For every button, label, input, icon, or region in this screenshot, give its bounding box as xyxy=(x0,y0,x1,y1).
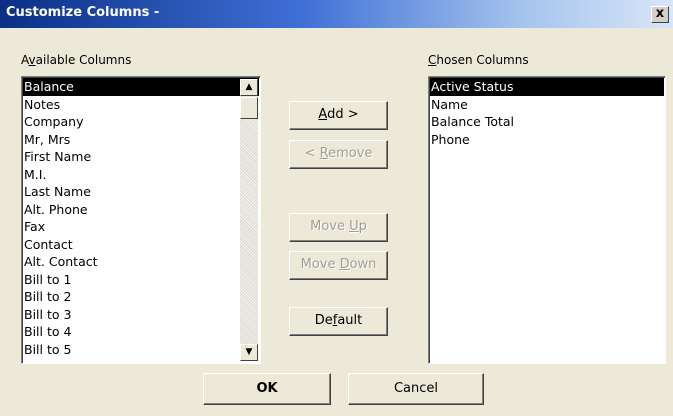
list-item[interactable]: Bill to 3 xyxy=(23,306,259,324)
chosen-columns-items: Active Status Name Balance Total Phone xyxy=(429,77,665,149)
list-item[interactable]: First Name xyxy=(23,148,259,166)
ok-button[interactable]: OK xyxy=(203,373,331,405)
scroll-down-icon: ▼ xyxy=(245,347,253,357)
list-item[interactable]: Bill to 2 xyxy=(23,288,259,306)
list-item[interactable]: Alt. Phone xyxy=(23,201,259,219)
available-scrollbar[interactable]: ▲ ▼ xyxy=(240,79,258,361)
scroll-down-button[interactable]: ▼ xyxy=(240,344,258,361)
available-columns-items: Balance Notes Company Mr, Mrs First Name M.I.… xyxy=(22,77,260,359)
list-item[interactable]: Bill to 4 xyxy=(23,323,259,341)
list-item[interactable]: Alt. Contact xyxy=(23,253,259,271)
close-button[interactable]: x xyxy=(651,6,669,23)
scroll-thumb[interactable] xyxy=(240,97,258,119)
list-item[interactable]: Fax xyxy=(23,218,259,236)
list-item[interactable]: Notes xyxy=(23,96,259,114)
scroll-up-button[interactable]: ▲ xyxy=(240,79,258,96)
list-item[interactable]: Name xyxy=(430,96,664,114)
list-item[interactable]: Active Status xyxy=(430,78,664,96)
list-item[interactable]: Phone xyxy=(430,131,664,149)
add-button[interactable]: Add > xyxy=(289,101,388,130)
title-bar: Customize Columns - x xyxy=(0,0,673,28)
default-button[interactable]: Default xyxy=(289,307,388,336)
chosen-columns-list[interactable]: Active Status Name Balance Total Phone xyxy=(428,76,666,364)
available-columns-list[interactable]: Balance Notes Company Mr, Mrs First Name M.I.… xyxy=(21,76,261,364)
move-up-button[interactable]: Move Up xyxy=(289,213,388,242)
move-down-button[interactable]: Move Down xyxy=(289,251,388,280)
list-item[interactable]: Balance Total xyxy=(430,113,664,131)
list-item[interactable]: M.I. xyxy=(23,166,259,184)
chosen-columns-label: Chosen Columns xyxy=(428,53,529,67)
cancel-button[interactable]: Cancel xyxy=(348,373,484,405)
remove-button[interactable]: < Remove xyxy=(289,140,388,169)
scroll-up-icon: ▲ xyxy=(245,82,253,92)
list-item[interactable]: Contact xyxy=(23,236,259,254)
list-item[interactable]: Mr, Mrs xyxy=(23,131,259,149)
list-item[interactable]: Last Name xyxy=(23,183,259,201)
list-item[interactable]: Balance xyxy=(23,78,259,96)
window-title: Customize Columns - xyxy=(6,5,160,20)
list-item[interactable]: Company xyxy=(23,113,259,131)
available-columns-label: Available Columns xyxy=(21,53,132,67)
list-item[interactable]: Bill to 5 xyxy=(23,341,259,359)
list-item[interactable]: Bill to 1 xyxy=(23,271,259,289)
close-icon: x xyxy=(655,6,665,21)
